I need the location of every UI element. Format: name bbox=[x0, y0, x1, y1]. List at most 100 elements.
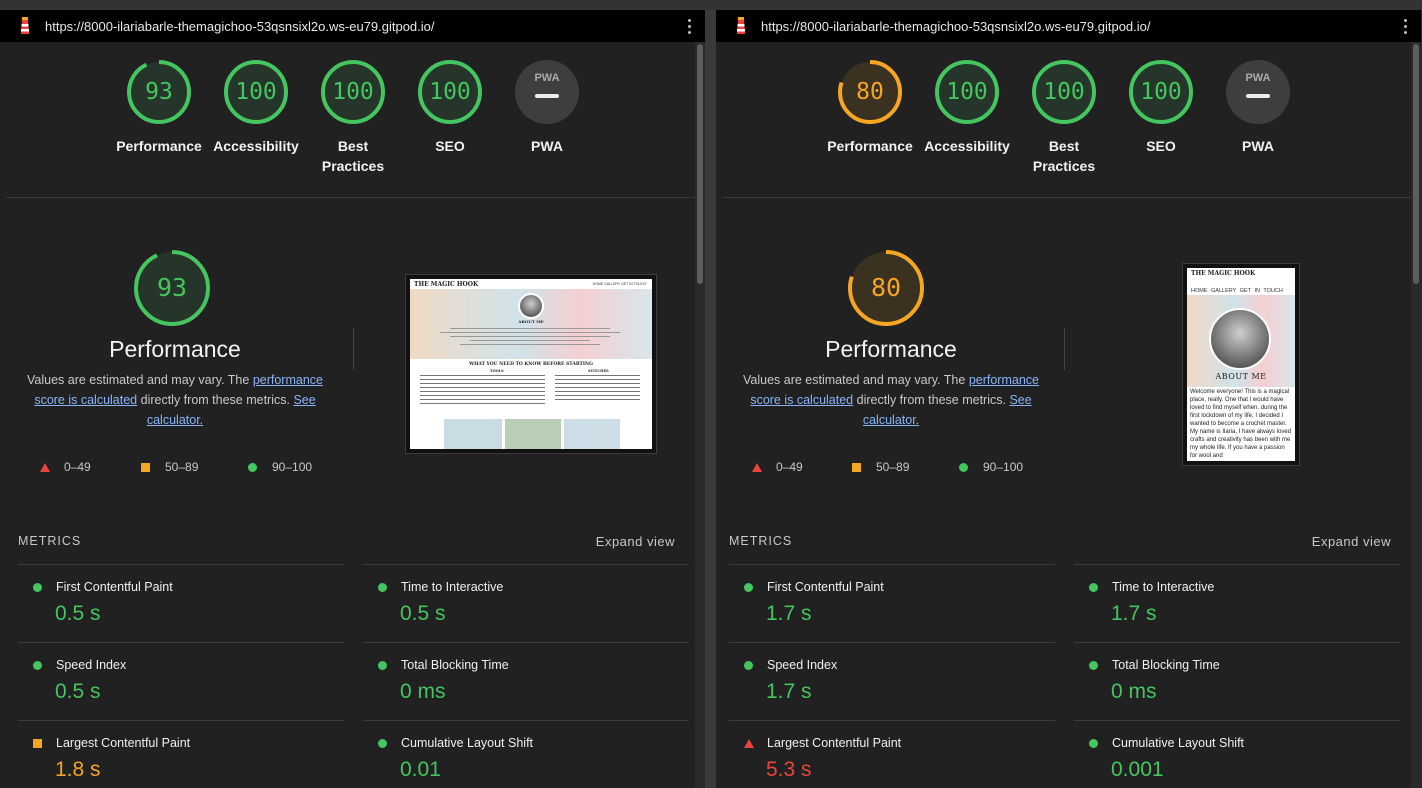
preview-site-title: THE MAGIC HOOK bbox=[1191, 270, 1256, 277]
metric-value: 0.5 s bbox=[55, 602, 101, 625]
gauge-best-practices[interactable]: 100 Best Practices bbox=[298, 60, 408, 176]
metric-value: 1.7 s bbox=[1111, 602, 1157, 625]
expand-view-button[interactable]: Expand view bbox=[1312, 534, 1391, 549]
gauge-best-practices[interactable]: 100 Best Practices bbox=[1009, 60, 1119, 176]
metric-name: Time to Interactive bbox=[1112, 580, 1215, 594]
triangle-icon bbox=[40, 462, 50, 472]
performance-big-gauge: 80 bbox=[848, 250, 924, 326]
preview-col2: STITCHES bbox=[588, 369, 609, 373]
performance-description: Values are estimated and may vary. The p… bbox=[743, 373, 1039, 427]
more-options-icon[interactable] bbox=[688, 17, 692, 35]
gauge-label: Best Practices bbox=[1032, 138, 1096, 174]
gauge-performance[interactable]: 80 Performance bbox=[815, 60, 925, 156]
pass-circle-icon bbox=[378, 583, 387, 592]
metric-name: First Contentful Paint bbox=[56, 580, 173, 594]
left-report: https://8000-ilariabarle-themagichoo-53q… bbox=[0, 10, 705, 788]
metric-value: 1.7 s bbox=[766, 602, 812, 625]
preview-site-title: THE MAGIC HOOK bbox=[414, 281, 479, 288]
pass-circle-icon bbox=[33, 583, 42, 592]
metric-value: 0.001 bbox=[1111, 758, 1164, 781]
pass-circle-icon bbox=[33, 661, 42, 670]
preview-nav: HOME GALLERY GET IN TOUCH bbox=[592, 282, 646, 286]
pass-circle-icon bbox=[378, 661, 387, 670]
metric-value: 0 ms bbox=[400, 680, 446, 703]
performance-title: Performance bbox=[825, 336, 957, 362]
gauge-pwa[interactable]: PWA PWA bbox=[1203, 60, 1313, 156]
metric-total-blocking-time: Total Blocking Time 0 ms bbox=[1074, 642, 1400, 720]
tab-strip bbox=[0, 0, 1422, 10]
metric-cumulative-layout-shift: Cumulative Layout Shift 0.001 bbox=[1074, 720, 1400, 788]
metric-first-contentful-paint: First Contentful Paint 0.5 s bbox=[18, 564, 344, 642]
performance-big-gauge: 93 bbox=[134, 250, 210, 326]
metric-value: 0.5 s bbox=[400, 602, 446, 625]
pass-circle-icon bbox=[378, 739, 387, 748]
pass-circle-icon bbox=[744, 583, 753, 592]
metric-name: Time to Interactive bbox=[401, 580, 504, 594]
metric-cumulative-layout-shift: Cumulative Layout Shift 0.01 bbox=[363, 720, 689, 788]
performance-score: 80 bbox=[870, 273, 902, 302]
metric-value: 1.7 s bbox=[766, 680, 812, 703]
gauge-performance[interactable]: 93 Performance bbox=[104, 60, 214, 156]
gauge-score: 100 bbox=[1043, 79, 1085, 105]
gauge-score: 93 bbox=[145, 79, 173, 105]
scrollbar[interactable] bbox=[695, 42, 705, 788]
metrics-title: METRICS bbox=[18, 534, 82, 548]
performance-section: 80 Performance Values are estimated and … bbox=[716, 198, 1411, 498]
more-options-icon[interactable] bbox=[1404, 17, 1408, 35]
gauge-score: 100 bbox=[1140, 79, 1182, 105]
report-url[interactable]: https://8000-ilariabarle-themagichoo-53q… bbox=[761, 19, 1151, 34]
scrollbar[interactable] bbox=[1411, 42, 1421, 788]
metric-name: Cumulative Layout Shift bbox=[1112, 736, 1245, 750]
gauge-label: SEO bbox=[1146, 138, 1176, 154]
metric-total-blocking-time: Total Blocking Time 0 ms bbox=[363, 642, 689, 720]
metric-value: 5.3 s bbox=[766, 758, 812, 781]
gauge-score: 80 bbox=[856, 79, 884, 105]
performance-score: 93 bbox=[156, 273, 188, 302]
fail-triangle-icon bbox=[744, 739, 754, 748]
scrollbar-thumb[interactable] bbox=[1413, 44, 1419, 284]
expand-view-button[interactable]: Expand view bbox=[596, 534, 675, 549]
metric-name: Total Blocking Time bbox=[401, 658, 509, 672]
gauge-label: Accessibility bbox=[213, 138, 299, 154]
final-screenshot-desktop[interactable]: THE MAGIC HOOK HOME GALLERY GET IN TOUCH… bbox=[406, 275, 656, 453]
preview-avatar bbox=[518, 293, 544, 319]
legend-average: 50–89 bbox=[852, 460, 909, 474]
legend-average: 50–89 bbox=[141, 460, 198, 474]
lighthouse-icon bbox=[734, 17, 748, 35]
preview-heading: ABOUT ME bbox=[518, 319, 544, 324]
final-screenshot-mobile[interactable]: THE MAGIC HOOK HOME GALLERY GET IN TOUCH… bbox=[1183, 264, 1299, 465]
metric-name: Cumulative Layout Shift bbox=[401, 736, 534, 750]
right-report: https://8000-ilariabarle-themagichoo-53q… bbox=[716, 10, 1421, 788]
metric-speed-index: Speed Index 0.5 s bbox=[18, 642, 344, 720]
metric-largest-contentful-paint: Largest Contentful Paint 5.3 s bbox=[729, 720, 1055, 788]
average-square-icon bbox=[33, 739, 42, 748]
metric-name: Speed Index bbox=[56, 658, 127, 672]
pwa-badge-icon: PWA bbox=[1226, 60, 1290, 124]
gauge-score: 100 bbox=[332, 79, 374, 105]
score-gauges: 80 Performance 100 Accessibility 100 Bes… bbox=[716, 42, 1411, 197]
vertical-separator bbox=[1064, 328, 1065, 370]
gauge-score: 100 bbox=[235, 79, 277, 105]
score-gauges: 93 Performance 100 Accessibility 100 Bes… bbox=[0, 42, 695, 197]
url-bar: https://8000-ilariabarle-themagichoo-53q… bbox=[0, 10, 705, 42]
legend-fail: 0–49 bbox=[40, 460, 91, 474]
gauge-seo[interactable]: 100 SEO bbox=[395, 60, 505, 156]
gauge-pwa[interactable]: PWA PWA bbox=[492, 60, 602, 156]
gauge-seo[interactable]: 100 SEO bbox=[1106, 60, 1216, 156]
circle-icon bbox=[248, 462, 257, 472]
scrollbar-thumb[interactable] bbox=[697, 44, 703, 284]
square-icon bbox=[141, 462, 150, 472]
performance-title: Performance bbox=[109, 336, 241, 362]
pass-circle-icon bbox=[1089, 739, 1098, 748]
gauge-accessibility[interactable]: 100 Accessibility bbox=[912, 60, 1022, 156]
report-url[interactable]: https://8000-ilariabarle-themagichoo-53q… bbox=[45, 19, 435, 34]
gauge-label: SEO bbox=[435, 138, 465, 154]
performance-section: 93 Performance Values are estimated and … bbox=[0, 198, 695, 498]
vertical-separator bbox=[353, 328, 354, 370]
metric-first-contentful-paint: First Contentful Paint 1.7 s bbox=[729, 564, 1055, 642]
preview-body-text: Welcome everyone! This is a magical plac… bbox=[1190, 389, 1292, 459]
metric-largest-contentful-paint: Largest Contentful Paint 1.8 s bbox=[18, 720, 344, 788]
metric-name: Speed Index bbox=[767, 658, 838, 672]
gauge-score: 100 bbox=[946, 79, 988, 105]
gauge-accessibility[interactable]: 100 Accessibility bbox=[201, 60, 311, 156]
